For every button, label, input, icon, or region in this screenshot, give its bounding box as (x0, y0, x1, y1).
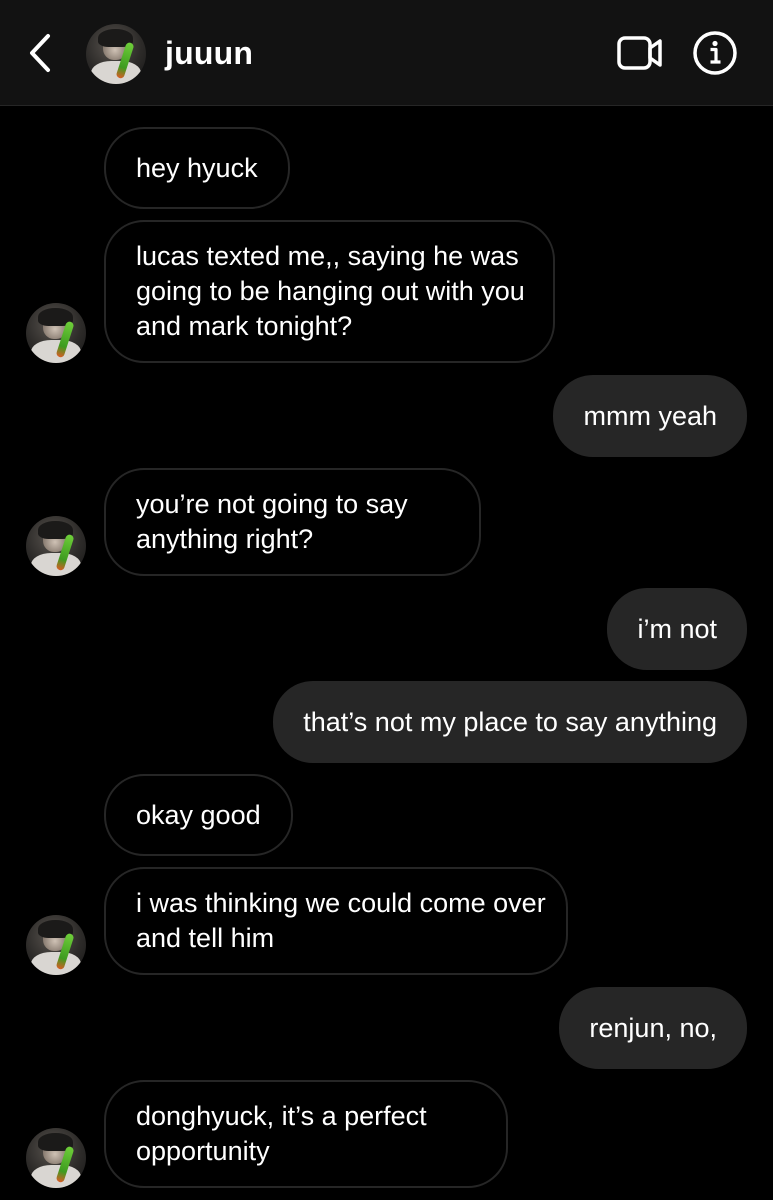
message-bubble-outgoing[interactable]: i’m not (607, 588, 747, 670)
message-text: you’re not going to say anything right? (136, 489, 408, 554)
message-text: that’s not my place to say anything (303, 706, 717, 737)
sender-avatar[interactable] (26, 915, 86, 975)
message-bubble-incoming[interactable]: you’re not going to say anything right? (104, 468, 481, 576)
message-bubble-outgoing[interactable]: renjun, no, (559, 987, 747, 1069)
message-bubble-incoming[interactable]: lucas texted me,, saying he was going to… (104, 220, 555, 363)
video-camera-icon (617, 36, 662, 70)
message-bubble-incoming[interactable]: donghyuck, it’s a perfect opportunity (104, 1080, 508, 1188)
sender-avatar[interactable] (26, 1128, 86, 1188)
contact-name[interactable]: juuun (165, 35, 253, 72)
info-button[interactable] (692, 30, 738, 76)
message-text: i was thinking we could come over and te… (136, 888, 546, 953)
message-bubble-outgoing[interactable]: mmm yeah (553, 375, 747, 457)
message-bubble-outgoing[interactable]: that’s not my place to say anything (273, 681, 747, 763)
contact-avatar[interactable] (86, 24, 146, 84)
message-text: donghyuck, it’s a perfect opportunity (136, 1101, 427, 1166)
message-text: lucas texted me,, saying he was going to… (136, 241, 525, 341)
message-bubble-incoming[interactable]: i was thinking we could come over and te… (104, 867, 568, 975)
message-bubble-incoming[interactable]: hey hyuck (104, 127, 290, 209)
message-bubble-incoming[interactable]: okay good (104, 774, 293, 856)
message-text: i’m not (637, 613, 717, 644)
message-text: hey hyuck (136, 152, 258, 183)
message-text: renjun, no, (589, 1012, 717, 1043)
chevron-left-icon (30, 34, 50, 72)
sender-avatar[interactable] (26, 516, 86, 576)
info-icon (693, 31, 737, 75)
message-text: mmm yeah (583, 400, 717, 431)
video-call-button[interactable] (615, 33, 665, 73)
sender-avatar[interactable] (26, 303, 86, 363)
message-text: okay good (136, 799, 261, 830)
back-button[interactable] (22, 30, 62, 76)
chat-header: juuun (0, 0, 773, 106)
